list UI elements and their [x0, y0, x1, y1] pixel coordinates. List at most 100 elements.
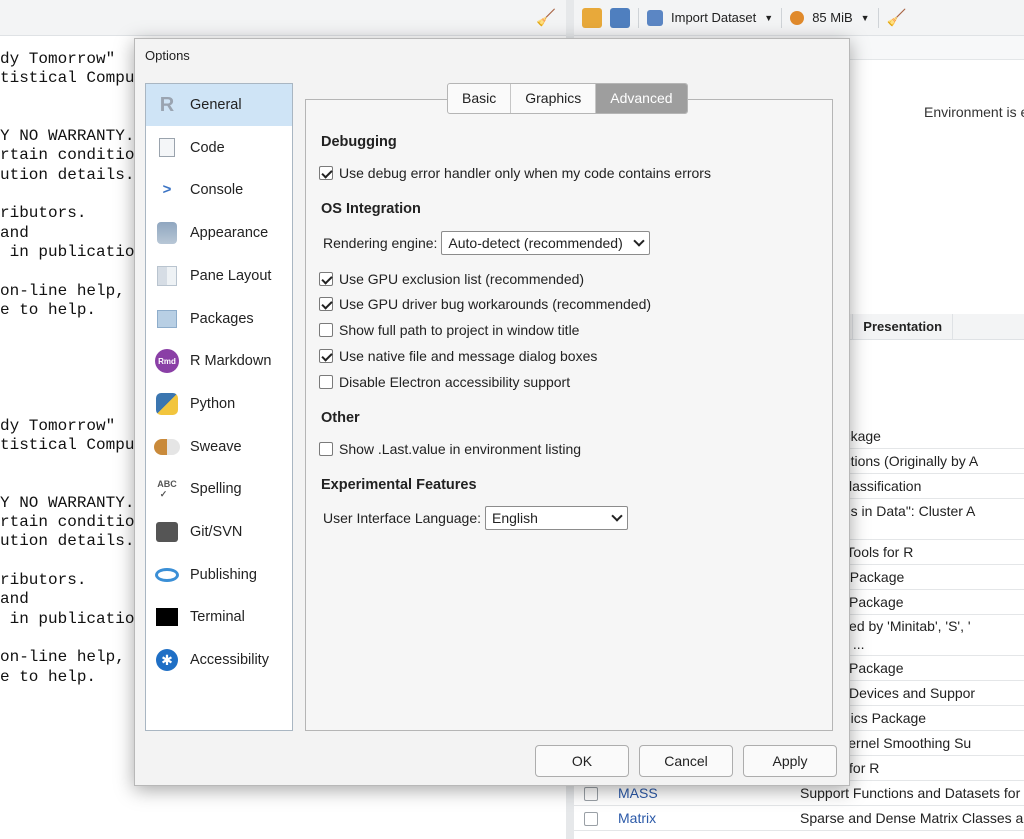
appearance-icon	[154, 220, 180, 246]
tab-graphics[interactable]: Graphics	[511, 84, 597, 113]
apply-button[interactable]: Apply	[743, 745, 837, 777]
nav-item-general[interactable]: R General	[146, 84, 292, 126]
terminal-icon	[154, 604, 180, 630]
environment-empty-message: Environment is e	[924, 104, 1024, 120]
package-description: Support Functions and Datasets for	[800, 785, 1021, 801]
toolbar-divider	[877, 7, 879, 28]
ui-language-row: User Interface Language: English	[323, 506, 628, 530]
toolbar-divider	[638, 7, 639, 28]
tab-advanced[interactable]: Advanced	[596, 84, 687, 113]
code-icon	[154, 135, 180, 161]
full-path-checkbox[interactable]	[319, 323, 333, 337]
clear-console-icon[interactable]: 🧹	[536, 8, 556, 28]
console-line: ributors.	[0, 571, 87, 590]
package-checkbox[interactable]	[584, 811, 598, 826]
nav-item-sweave[interactable]: Sweave	[146, 426, 292, 468]
nav-item-label: Sweave	[190, 438, 242, 455]
rendering-engine-value: Auto-detect (recommended)	[448, 235, 623, 251]
console-line: on-line help,	[0, 281, 125, 300]
ui-language-label: User Interface Language:	[323, 510, 481, 526]
environment-toolbar: Import Dataset ▼ 85 MiB ▼ 🧹	[574, 0, 1024, 36]
console-line: e to help.	[0, 667, 97, 686]
debug-handler-label: Use debug error handler only when my cod…	[339, 165, 711, 181]
nav-item-label: Packages	[190, 310, 254, 327]
import-dataset-icon[interactable]	[647, 9, 663, 26]
save-icon[interactable]	[610, 7, 630, 28]
chevron-down-icon[interactable]: ▼	[861, 13, 870, 23]
show-last-value-option[interactable]: Show .Last.value in environment listing	[319, 441, 581, 457]
nav-item-packages[interactable]: Packages	[146, 298, 292, 340]
debug-handler-option[interactable]: Use debug error handler only when my cod…	[319, 165, 711, 181]
console-line: in publicatio	[0, 609, 135, 628]
full-path-option[interactable]: Show full path to project in window titl…	[319, 322, 579, 338]
console-line: in publicatio	[0, 242, 135, 261]
packages-icon	[154, 306, 180, 332]
chevron-down-icon[interactable]: ▼	[764, 13, 773, 23]
gpu-workarounds-checkbox[interactable]	[319, 297, 333, 311]
debug-handler-checkbox[interactable]	[319, 166, 333, 180]
disable-electron-a11y-label: Disable Electron accessibility support	[339, 374, 571, 390]
package-name-link[interactable]: Matrix	[618, 810, 656, 826]
disable-electron-a11y-checkbox[interactable]	[319, 375, 333, 389]
rendering-engine-select[interactable]: Auto-detect (recommended)	[441, 231, 651, 255]
gpu-exclusion-label: Use GPU exclusion list (recommended)	[339, 271, 585, 287]
rendering-engine-label: Rendering engine:	[323, 235, 438, 251]
console-line: dy Tomorrow"	[0, 50, 116, 68]
tab-basic[interactable]: Basic	[448, 84, 512, 113]
gpu-exclusion-checkbox[interactable]	[319, 272, 333, 286]
nav-item-terminal[interactable]: Terminal	[146, 596, 292, 638]
nav-item-spelling[interactable]: ABC ✓ Spelling	[146, 468, 292, 510]
sweave-icon	[154, 434, 180, 460]
gpu-exclusion-option[interactable]: Use GPU exclusion list (recommended)	[319, 271, 584, 287]
native-dialogs-option[interactable]: Use native file and message dialog boxes	[319, 348, 597, 364]
nav-item-label: Spelling	[190, 481, 242, 498]
ok-button[interactable]: OK	[535, 745, 629, 777]
nav-item-console[interactable]: > Console	[146, 169, 292, 211]
ui-language-select[interactable]: English	[485, 506, 628, 530]
debugging-heading: Debugging	[321, 134, 397, 150]
cancel-button[interactable]: Cancel	[639, 745, 733, 777]
package-checkbox[interactable]	[584, 786, 598, 801]
git-icon	[154, 519, 180, 545]
native-dialogs-checkbox[interactable]	[319, 349, 333, 363]
nav-item-appearance[interactable]: Appearance	[146, 212, 292, 254]
console-line: e to help.	[0, 300, 97, 319]
package-name-link[interactable]: MASS	[618, 785, 658, 801]
console-header	[0, 0, 566, 36]
broom-icon[interactable]: 🧹	[887, 8, 907, 28]
nav-item-publishing[interactable]: Publishing	[146, 554, 292, 596]
console-output: dy Tomorrow" tistical Compu Y NO WARRANTY.…	[0, 50, 134, 687]
nav-item-r-markdown[interactable]: Rmd R Markdown	[146, 340, 292, 382]
memory-pie-icon[interactable]	[790, 10, 805, 25]
console-line: ution details.	[0, 532, 135, 551]
nav-item-accessibility[interactable]: ✱ Accessibility	[146, 639, 292, 681]
show-last-value-checkbox[interactable]	[319, 442, 333, 456]
full-path-label: Show full path to project in window titl…	[339, 322, 580, 338]
gpu-workarounds-option[interactable]: Use GPU driver bug workarounds (recommen…	[319, 296, 651, 312]
pane-layout-icon	[154, 263, 180, 289]
ui-language-value: English	[492, 510, 538, 526]
nav-item-pane-layout[interactable]: Pane Layout	[146, 255, 292, 297]
nav-item-python[interactable]: Python	[146, 383, 292, 425]
options-nav: R General Code > Console Appearance Pane Layou…	[145, 83, 293, 731]
nav-item-code[interactable]: Code	[146, 127, 292, 169]
import-dataset-button[interactable]: Import Dataset	[671, 10, 756, 25]
disable-electron-a11y-option[interactable]: Disable Electron accessibility support	[319, 374, 570, 390]
nav-item-git-svn[interactable]: Git/SVN	[146, 511, 292, 553]
nav-item-label: Console	[190, 182, 244, 199]
memory-usage[interactable]: 85 MiB	[812, 10, 852, 25]
console-line: Y NO WARRANTY.	[0, 127, 135, 146]
experimental-heading: Experimental Features	[321, 477, 477, 493]
show-last-value-label: Show .Last.value in environment listing	[339, 441, 582, 457]
tab-presentation[interactable]: Presentation	[853, 314, 954, 339]
dialog-title: Options	[145, 48, 190, 63]
open-folder-icon[interactable]	[582, 7, 602, 28]
